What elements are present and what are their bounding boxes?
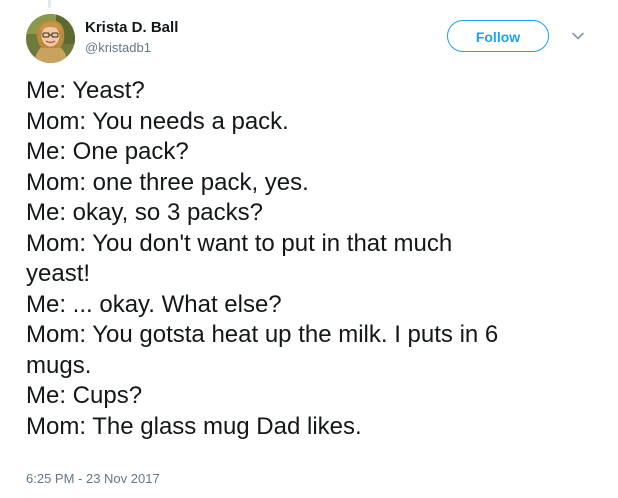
author-name[interactable]: Krista D. Ball — [85, 19, 178, 36]
user-avatar[interactable] — [26, 14, 75, 63]
tweet-timestamp[interactable]: 6:25 PM - 23 Nov 2017 — [26, 471, 160, 486]
tweet-line: yeast! — [26, 260, 91, 287]
tweet-line: Mom: The glass mug Dad likes. — [26, 412, 362, 440]
tweet-text: Me: Yeast? Mom: You needs a pack. Me: On… — [26, 76, 596, 442]
tweet-line: Me: Cups? — [26, 382, 143, 409]
thread-connector-line — [48, 0, 51, 8]
tweet-line: Me: ... okay. What else? — [26, 290, 282, 318]
follow-button[interactable]: Follow — [447, 20, 549, 52]
chevron-down-icon[interactable] — [570, 28, 586, 44]
tweet-line: Mom: You needs a pack. — [26, 107, 289, 135]
tweet-line: Mom: one three pack, yes. — [26, 168, 309, 196]
tweet-line: Mom: You gotsta heat up the milk. I puts… — [26, 321, 499, 348]
tweet-line: mugs. — [26, 351, 92, 379]
author-handle[interactable]: @kristadb1 — [85, 40, 151, 55]
avatar-photo — [26, 14, 75, 63]
tweet-line: Me: Yeast? — [26, 77, 145, 104]
tweet-line: Me: One pack? — [26, 138, 189, 165]
tweet-header: Krista D. Ball @kristadb1 Follow — [26, 12, 592, 64]
tweet-line: Me: okay, so 3 packs? — [26, 199, 263, 226]
tweet-line: Mom: You don't want to put in that much — [26, 229, 453, 257]
